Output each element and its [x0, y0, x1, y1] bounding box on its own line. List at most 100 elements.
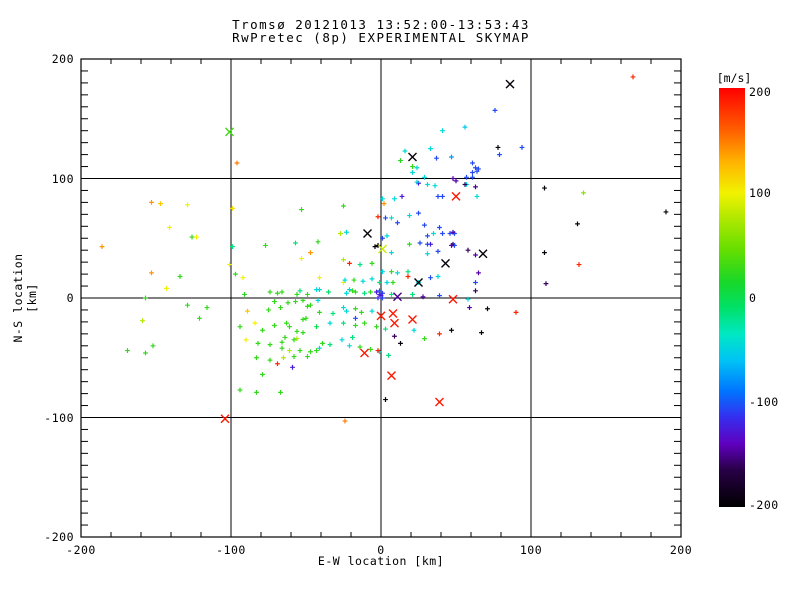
scatter-point: [278, 390, 283, 395]
skymap-plot-canvas: [80, 58, 682, 538]
scatter-point: [473, 252, 478, 258]
scatter-point: [287, 348, 292, 353]
scatter-point: [405, 274, 411, 279]
scatter-point: [465, 247, 471, 253]
scatter-point: [663, 209, 669, 215]
scatter-point: [326, 289, 331, 295]
scatter-point: [272, 323, 277, 328]
scatter-point: [282, 335, 288, 340]
x-marker: [441, 258, 450, 268]
scatter-point: [185, 302, 190, 308]
x-marker: [435, 397, 444, 407]
scatter-point: [417, 240, 423, 246]
scatter-point: [252, 320, 258, 326]
scatter-point: [327, 320, 333, 326]
scatter-point: [479, 330, 484, 336]
scatter-point: [140, 318, 145, 324]
scatter-point: [389, 250, 394, 255]
scatter-point: [260, 327, 265, 333]
scatter-point: [369, 260, 375, 266]
scatter-point: [158, 201, 163, 206]
colorbar-tick-label: 100: [749, 185, 772, 200]
colorbar-tick-label: -100: [749, 395, 779, 410]
scatter-point: [284, 320, 289, 326]
scatter-point: [449, 327, 454, 333]
scatter-point: [341, 305, 346, 310]
scatter-point: [369, 276, 375, 282]
scatter-point: [405, 269, 411, 275]
scatter-point: [243, 337, 249, 343]
x-axis-label: E-W location [km]: [317, 554, 445, 568]
scatter-point: [290, 364, 295, 370]
scatter-point: [327, 342, 333, 348]
scatter-point: [279, 339, 285, 345]
x-marker: [448, 294, 458, 304]
scatter-point: [353, 315, 358, 321]
scatter-point: [384, 233, 390, 239]
scatter-point: [314, 348, 319, 353]
scatter-point: [395, 270, 400, 276]
scatter-point: [278, 305, 283, 310]
scatter-point: [431, 231, 436, 236]
colorbar-tick-label: 0: [749, 290, 757, 305]
scatter-point: [351, 277, 357, 283]
scatter-point: [474, 194, 480, 199]
scatter-point: [314, 324, 319, 330]
scatter-point: [437, 225, 442, 230]
scatter-point: [453, 178, 459, 184]
scatter-point: [519, 145, 525, 150]
scatter-point: [416, 210, 421, 216]
x-marker: [414, 277, 423, 287]
scatter-point: [143, 350, 148, 356]
scatter-point: [374, 324, 379, 330]
scatter-point: [341, 203, 346, 209]
y-tick-label: 200: [51, 52, 74, 66]
scatter-point: [398, 341, 403, 346]
x-marker: [451, 191, 461, 201]
x-marker: [393, 292, 402, 302]
scatter-point: [492, 107, 498, 113]
scatter-point: [357, 344, 363, 350]
scatter-point: [407, 213, 412, 218]
scatter-point: [344, 290, 349, 296]
x-marker: [387, 371, 396, 381]
scatter-point: [185, 202, 190, 208]
scatter-point: [425, 241, 430, 247]
scatter-point: [341, 320, 346, 326]
scatter-point: [399, 194, 405, 199]
scatter-point: [410, 292, 415, 297]
scatter-point: [476, 270, 481, 276]
scatter-point: [342, 418, 348, 424]
scatter-point: [255, 341, 261, 346]
scatter-point: [575, 221, 580, 227]
scatter-point: [291, 354, 297, 359]
scatter-point: [267, 342, 273, 348]
y-tick-label: -200: [44, 530, 74, 544]
scatter-point: [411, 327, 417, 333]
scatter-point: [440, 128, 445, 134]
scatter-point: [437, 331, 442, 337]
scatter-point: [272, 299, 277, 304]
scatter-point: [425, 251, 430, 257]
scatter-point: [630, 74, 636, 80]
scatter-point: [542, 250, 547, 255]
scatter-point: [197, 315, 202, 321]
scatter-point: [410, 170, 415, 175]
scatter-point: [275, 290, 280, 296]
scatter-point: [425, 233, 430, 239]
scatter-point: [237, 387, 243, 393]
scatter-point: [576, 262, 582, 267]
scatter-point: [467, 305, 472, 310]
scatter-point: [314, 287, 319, 293]
scatter-point: [362, 320, 367, 326]
scatter-point: [308, 349, 313, 355]
scatter-point: [414, 165, 420, 171]
scatter-point: [392, 196, 397, 202]
x-marker: [478, 249, 488, 259]
scatter-point: [410, 164, 415, 169]
scatter-point: [495, 145, 501, 150]
scatter-point: [150, 343, 156, 349]
scatter-point: [381, 201, 387, 206]
scatter-point: [407, 241, 412, 247]
x-marker: [363, 228, 372, 238]
